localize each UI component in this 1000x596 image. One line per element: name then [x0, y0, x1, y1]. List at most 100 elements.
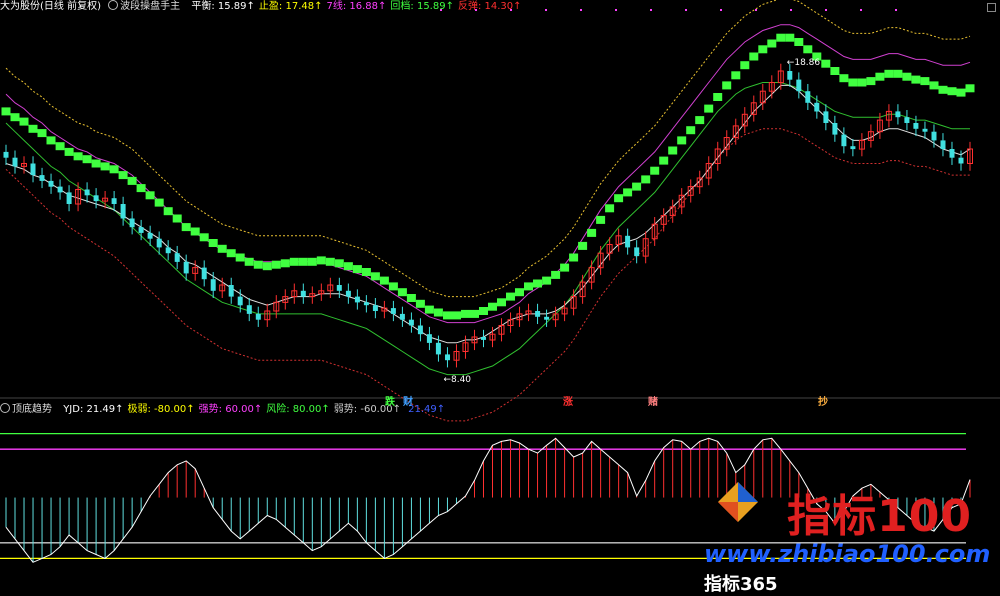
channel-block [758, 45, 768, 54]
channel-block [542, 276, 552, 285]
channel-block [307, 257, 317, 266]
candle-body [84, 189, 90, 196]
candle-body [958, 157, 964, 164]
channel-block [632, 182, 642, 191]
channel-block [587, 228, 597, 237]
channel-block [578, 241, 588, 250]
channel-block [64, 147, 74, 156]
channel-block [1, 107, 11, 116]
channel-block [280, 259, 290, 268]
channel-block [91, 159, 101, 168]
channel-block [289, 257, 299, 266]
channel-block [605, 204, 615, 213]
top-marker [755, 9, 757, 11]
candle-body [156, 238, 162, 248]
candle-body [408, 319, 414, 326]
channel-block [46, 136, 56, 145]
channel-block [884, 69, 894, 78]
candle-body [57, 186, 63, 193]
candle-body [931, 131, 937, 141]
channel-block [623, 188, 633, 197]
gear-icon[interactable] [0, 403, 10, 413]
channel-block [524, 282, 533, 291]
watermark-second: 指标365 [704, 574, 778, 595]
channel-block [686, 126, 696, 135]
channel-block [839, 74, 849, 83]
channel-block [10, 113, 20, 122]
top-marker [685, 9, 687, 11]
channel-block [785, 33, 795, 42]
channel-block [569, 253, 579, 262]
channel-block [506, 292, 515, 301]
channel-block [424, 305, 434, 314]
channel-block [470, 309, 479, 318]
candle-body [796, 79, 802, 92]
candle-body [445, 354, 450, 361]
candle-body [183, 261, 189, 274]
signal-label-0: 跌 [385, 397, 395, 408]
channel-block [794, 38, 804, 46]
candle-body [399, 313, 405, 320]
candle-body [201, 267, 207, 280]
sub-indicator-name: 顶底趋势 [12, 404, 52, 415]
signal-label-3: 赌 [648, 397, 658, 408]
channel-block [415, 299, 425, 308]
channel-block [659, 156, 669, 165]
candle-body [922, 128, 928, 132]
candle-body [535, 311, 541, 317]
channel-block [145, 191, 155, 200]
channel-block [262, 262, 272, 271]
channel-block [406, 294, 416, 302]
high-price-label: ←18.86 [787, 58, 821, 68]
channel-block [352, 265, 362, 274]
candle-body [120, 204, 126, 219]
top-marker [510, 9, 512, 11]
candle-body [814, 102, 820, 112]
candle-body [850, 146, 856, 150]
channel-block [488, 302, 497, 311]
candle-body [210, 279, 216, 291]
watermark-site: www.zhibiao100.com 指标365 [704, 540, 1000, 596]
candle-body [940, 140, 946, 150]
candle-body [165, 247, 171, 254]
channel-block [379, 276, 389, 285]
channel-block [731, 71, 741, 80]
channel-block [803, 45, 813, 54]
candle-body [66, 192, 72, 204]
channel-block [740, 61, 750, 70]
channel-block [902, 72, 912, 81]
candle-body [913, 123, 919, 129]
channel-block [271, 260, 281, 269]
channel-block [370, 272, 380, 281]
channel-block [28, 124, 38, 133]
channel-block [830, 67, 840, 75]
candle-body [481, 337, 486, 340]
channel-block [181, 223, 191, 232]
candle-body [435, 342, 441, 355]
candle-body [390, 308, 396, 314]
candle-body [904, 117, 910, 123]
channel-block [217, 244, 227, 253]
candle-body [787, 71, 793, 80]
watermark-brand: 指标100 [787, 491, 972, 542]
sub-indicator-settings[interactable]: 顶底趋势 [0, 403, 56, 415]
channel-block [343, 262, 353, 271]
channel-block [668, 146, 678, 155]
channel-block [388, 282, 398, 291]
channel-block [325, 257, 335, 266]
channel-block [551, 270, 561, 279]
candle-body [634, 247, 640, 257]
candle-body [345, 290, 351, 297]
candle-body [363, 302, 369, 306]
signal-label-1: 财 [403, 397, 413, 408]
channel-block [190, 227, 200, 236]
brand-logo-icon [718, 482, 758, 522]
watermark-url: www.zhibiao100.com [704, 540, 991, 568]
channel-block [100, 162, 110, 171]
channel-block [956, 88, 966, 97]
candle-body [129, 218, 135, 228]
channel-block [334, 259, 344, 268]
candle-body [48, 180, 54, 187]
channel-block [533, 279, 542, 288]
candle-body [174, 253, 180, 262]
